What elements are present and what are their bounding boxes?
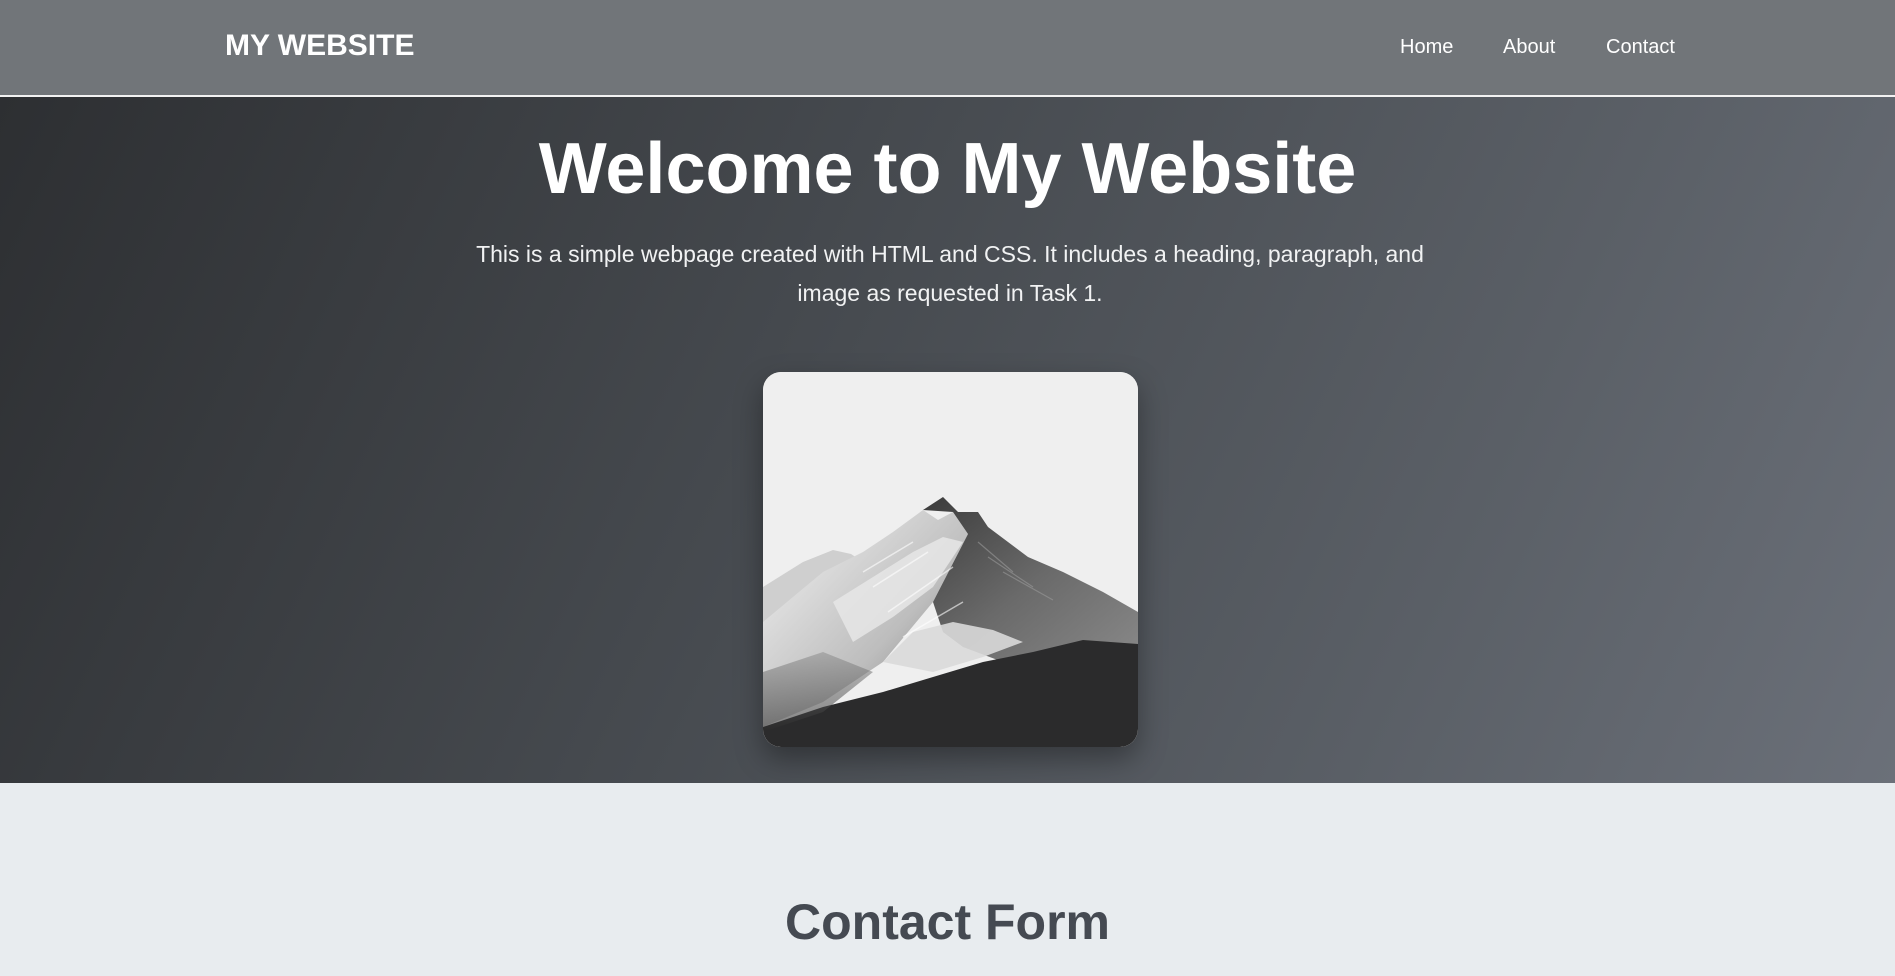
nav-link-about[interactable]: About <box>1503 34 1555 60</box>
mountain-image-art <box>763 372 1138 747</box>
nav-link-home[interactable]: Home <box>1400 34 1453 60</box>
hero-section: Welcome to My Website This is a simple w… <box>0 97 1895 783</box>
mountain-landscape-image <box>763 372 1138 747</box>
hero-description: This is a simple webpage created with HT… <box>476 241 1424 306</box>
contact-form-title: Contact Form <box>785 894 1110 950</box>
main-nav: Home About Contact <box>0 34 1895 60</box>
contact-section: Contact Form <box>0 783 1895 976</box>
site-header: MY WEBSITE Home About Contact <box>0 0 1895 97</box>
hero-title: Welcome to My Website <box>538 129 1357 209</box>
nav-link-contact[interactable]: Contact <box>1606 34 1675 60</box>
